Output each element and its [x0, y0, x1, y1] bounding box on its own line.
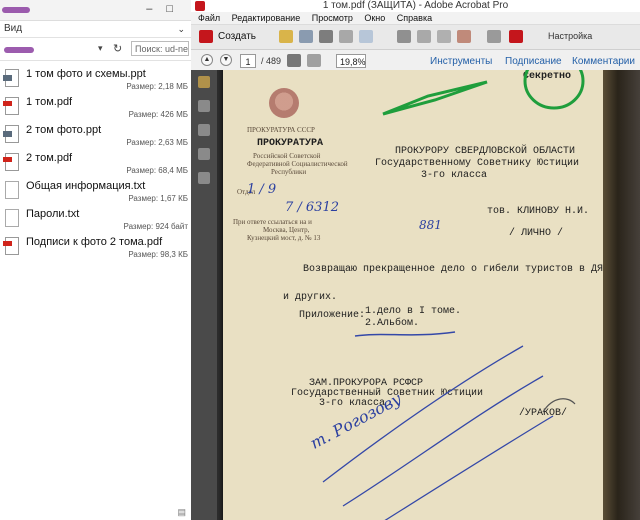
next-page-button[interactable]: ▼	[220, 54, 232, 66]
print-icon[interactable]	[319, 30, 333, 43]
menu-view[interactable]: Просмотр	[312, 13, 353, 23]
annotation-overlay	[322, 70, 585, 520]
file-name: Пароли.txt	[26, 208, 80, 220]
file-size: Размер: 1,67 КБ	[128, 194, 188, 203]
green-arrow-annotation	[382, 80, 488, 116]
select-tool-icon[interactable]	[287, 54, 301, 67]
search-input[interactable]: Поиск: ud-ne...	[131, 41, 189, 56]
file-item[interactable]: 2 том фото.ppt Размер: 2,63 МБ	[0, 122, 191, 150]
open-folder-icon[interactable]	[279, 30, 293, 43]
file-name: Подписи к фото 2 тома.pdf	[26, 236, 163, 248]
export-icon[interactable]	[487, 30, 501, 43]
create-button[interactable]: Создать	[218, 31, 256, 42]
menu-bar: Файл Редактирование Просмотр Окно Справк…	[191, 12, 640, 25]
file-item[interactable]: Пароли.txt Размер: 924 байт	[0, 206, 191, 234]
window-controls[interactable]: –□	[146, 3, 187, 15]
file-item[interactable]: 1 том.pdf Размер: 426 МБ	[0, 94, 191, 122]
view-tab-label[interactable]: Вид	[4, 23, 22, 34]
pen-icon[interactable]	[198, 148, 210, 160]
email-icon[interactable]	[339, 30, 353, 43]
navigation-pane	[191, 70, 217, 520]
comments-pane-button[interactable]: Комментарии	[572, 56, 635, 67]
chevron-down-icon[interactable]: ⌄	[177, 21, 185, 37]
lock-icon[interactable]	[198, 76, 210, 88]
redaction-scribble	[2, 7, 30, 13]
settings-dropdown[interactable]: Настройка	[548, 31, 592, 41]
ppt-icon	[3, 125, 19, 143]
share-icon[interactable]	[457, 30, 471, 43]
menu-help[interactable]: Справка	[397, 13, 432, 23]
prev-page-button[interactable]: ▲	[201, 54, 213, 66]
green-circle-annotation	[523, 70, 585, 110]
document-view[interactable]: ПРОКУРАТУРА СССР ПРОКУРАТУРА Российской …	[217, 70, 640, 520]
bookmark-icon[interactable]	[198, 124, 210, 136]
page-number-input[interactable]: 1	[240, 54, 256, 68]
file-name: 2 том фото.ppt	[26, 124, 102, 136]
signature-icon[interactable]	[198, 172, 210, 184]
explorer-ribbon-tab-view[interactable]: Вид ⌄	[0, 21, 191, 38]
file-size: Размер: 2,18 МБ	[126, 82, 188, 91]
window-title: 1 том.pdf (ЗАЩИТА) - Adobe Acrobat Pro	[322, 0, 509, 11]
file-item[interactable]: Подписи к фото 2 тома.pdf Размер: 98,3 К…	[0, 234, 191, 262]
redaction-scribble	[4, 47, 34, 53]
explorer-titlebar: –□	[0, 0, 191, 21]
menu-window[interactable]: Окно	[364, 13, 385, 23]
file-size: Размер: 426 МБ	[128, 110, 188, 119]
main-toolbar: Создать Настройка	[191, 25, 640, 50]
hand-tool-icon[interactable]	[307, 54, 321, 67]
tools-pane-button[interactable]: Инструменты	[430, 56, 492, 67]
file-size: Размер: 68,4 МБ	[126, 166, 188, 175]
handwritten-resolution-lines	[322, 345, 554, 520]
pdf-icon	[3, 237, 19, 255]
refresh-icon[interactable]: ↻	[113, 42, 122, 55]
stamp-icon[interactable]	[437, 30, 451, 43]
scanned-document-page: ПРОКУРАТУРА СССР ПРОКУРАТУРА Российской …	[223, 70, 615, 520]
file-name: 2 том.pdf	[26, 152, 73, 164]
explorer-address-bar: ▾ ↻ Поиск: ud-ne...	[0, 38, 191, 61]
create-pdf-icon	[199, 30, 213, 43]
file-list: 1 том фото и схемы.ppt Размер: 2,18 МБ 1…	[0, 66, 191, 262]
acrobat-titlebar: 1 том.pdf (ЗАЩИТА) - Adobe Acrobat Pro	[191, 0, 640, 12]
pdf-icon	[3, 97, 19, 115]
sign-pane-button[interactable]: Подписание	[505, 56, 562, 67]
file-name: Общая информация.txt	[26, 180, 146, 192]
txt-icon	[5, 209, 19, 227]
file-size: Размер: 98,3 КБ	[128, 250, 188, 259]
file-item[interactable]: Общая информация.txt Размер: 1,67 КБ	[0, 178, 191, 206]
page-total: / 489	[261, 56, 282, 66]
file-name: 1 том фото и схемы.ppt	[26, 68, 146, 80]
save-icon[interactable]	[299, 30, 313, 43]
file-size: Размер: 2,63 МБ	[126, 138, 188, 147]
comment-icon[interactable]	[359, 30, 373, 43]
file-name: 1 том.pdf	[26, 96, 73, 108]
sign-icon[interactable]	[417, 30, 431, 43]
menu-file[interactable]: Файл	[198, 13, 220, 23]
convert-icon[interactable]	[509, 30, 523, 43]
list-view-toggle-icon[interactable]: ▤	[177, 507, 186, 518]
txt-icon	[5, 181, 19, 199]
handwritten-strike	[354, 331, 456, 337]
menu-edit[interactable]: Редактирование	[232, 13, 301, 23]
pdf-icon	[3, 153, 19, 171]
acrobat-window: 1 том.pdf (ЗАЩИТА) - Adobe Acrobat Pro Ф…	[191, 0, 640, 520]
file-item[interactable]: 1 том фото и схемы.ppt Размер: 2,18 МБ	[0, 66, 191, 94]
zoom-input[interactable]: 19,8%	[336, 54, 366, 68]
page-thumbnails-icon[interactable]	[198, 100, 210, 112]
file-explorer-window: –□ Вид ⌄ ▾ ↻ Поиск: ud-ne... 1 том фото …	[0, 0, 192, 520]
gear-icon[interactable]	[397, 30, 411, 43]
address-dropdown-icon[interactable]: ▾	[98, 43, 103, 54]
ppt-icon	[3, 69, 19, 87]
file-size: Размер: 924 байт	[123, 222, 189, 231]
signature-scribble	[542, 398, 576, 413]
file-item[interactable]: 2 том.pdf Размер: 68,4 МБ	[0, 150, 191, 178]
page-stack-edge	[603, 70, 640, 520]
